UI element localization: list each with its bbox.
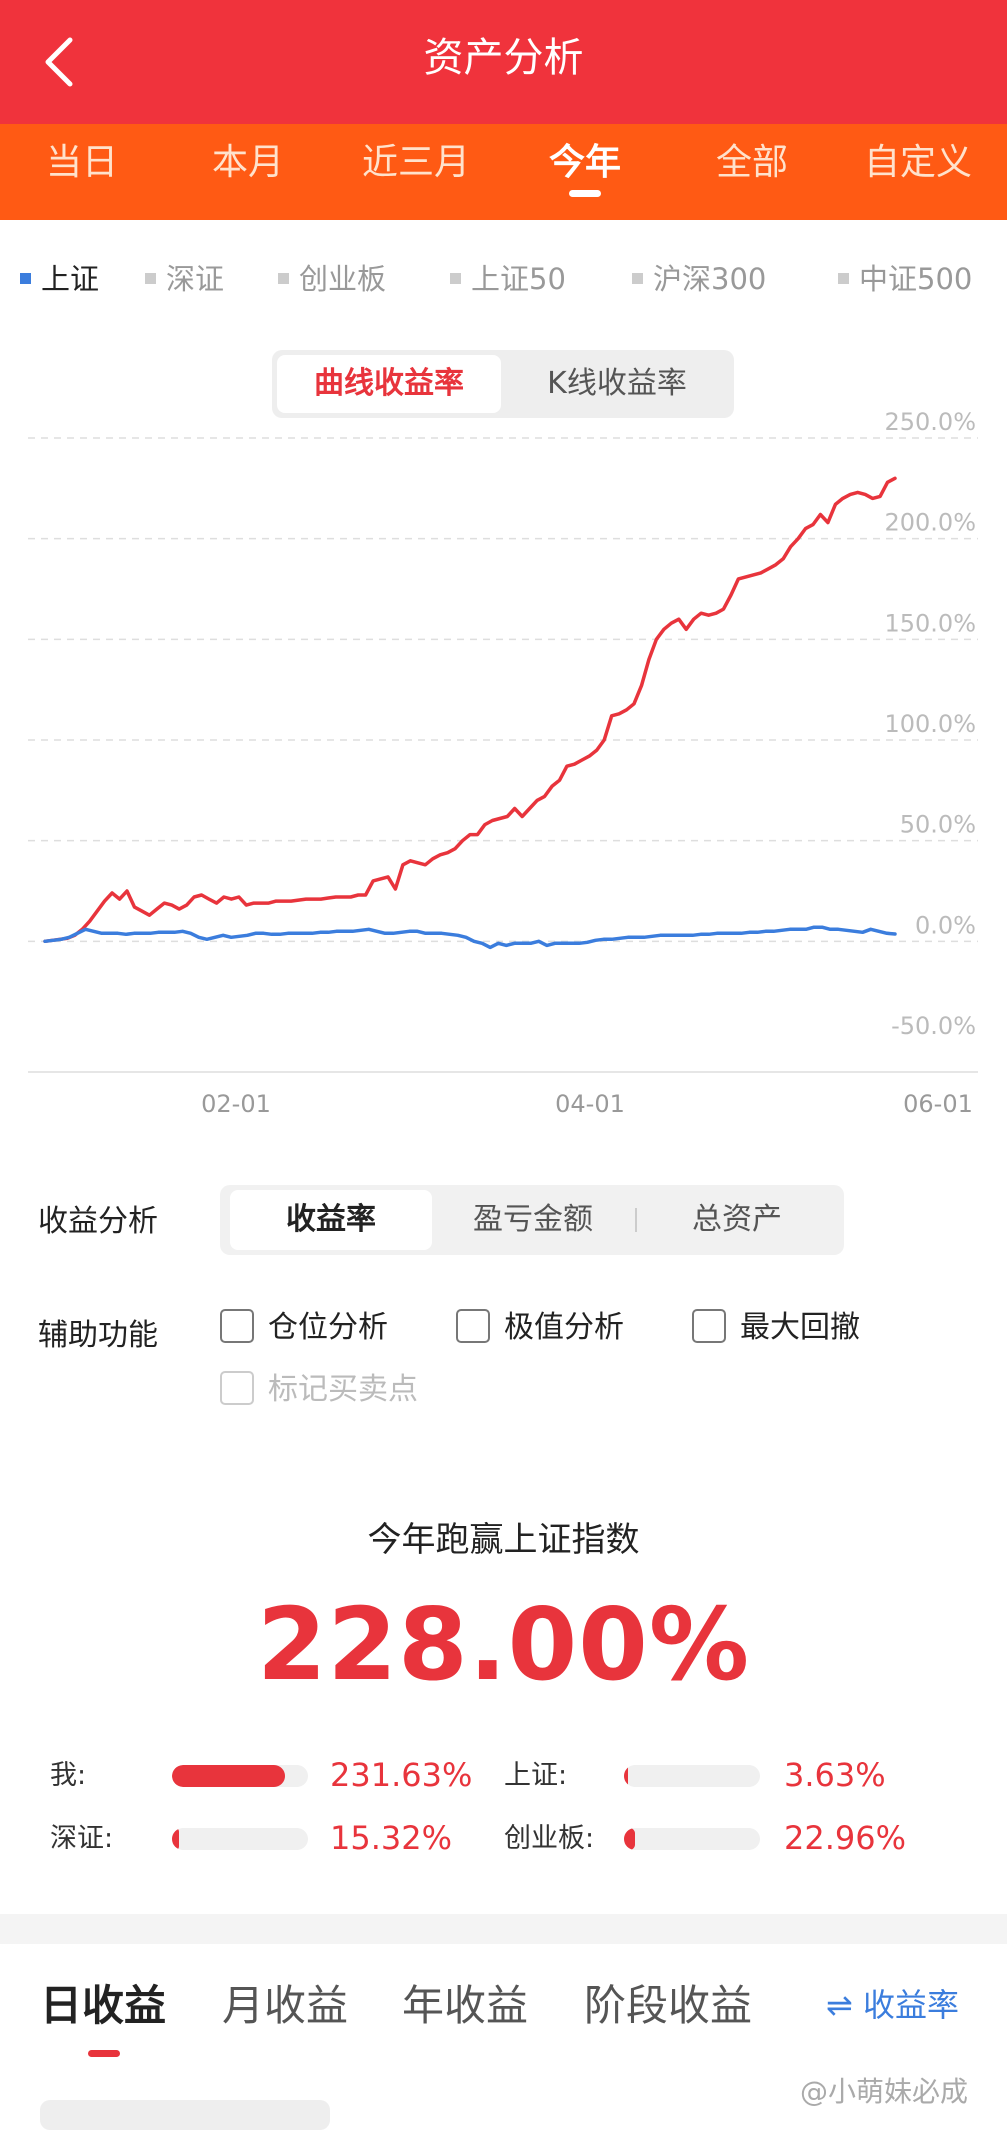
checkbox-icon — [456, 1308, 490, 1343]
return-rate-button[interactable]: 收益率 — [230, 1190, 432, 1250]
legend-dot — [838, 272, 849, 284]
index-label: 上证50 — [471, 262, 566, 296]
tab-three-months[interactable]: 近三月 — [362, 138, 470, 188]
compare-label-shanghai: 上证: — [504, 1760, 568, 1791]
compare-bar-shenzhen — [172, 1828, 308, 1850]
tab-period-return[interactable]: 阶段收益 — [584, 1976, 752, 2036]
calendar-header-peek — [40, 2100, 330, 2130]
series-line-mine — [43, 476, 897, 944]
compare-label-shenzhen: 深证: — [50, 1823, 114, 1854]
return-chart[interactable]: 250.0% 200.0% 150.0% 100.0% 50.0% 0.0% -50.0% 0… — [0, 410, 1007, 1130]
bottom-tab-indicator — [88, 2050, 120, 2057]
compare-bar-fill — [172, 1765, 285, 1787]
index-label: 沪深300 — [653, 262, 767, 296]
analysis-switch: 收益率 盈亏金额 总资产 — [220, 1185, 844, 1255]
index-sse50[interactable]: 上证50 — [450, 258, 566, 300]
legend-dot — [632, 272, 643, 284]
checkbox-label: 最大回撤 — [740, 1310, 860, 1345]
compare-value-shanghai: 3.63% — [784, 1756, 886, 1794]
compare-value-shenzhen: 15.32% — [330, 1819, 453, 1857]
section-divider — [0, 1914, 1007, 1944]
index-csi500[interactable]: 中证500 — [838, 258, 972, 300]
compare-bar-shanghai — [624, 1765, 760, 1787]
compare-bar-chinext — [624, 1828, 760, 1850]
period-tabs: 当日 本月 近三月 今年 全部 自定义 — [0, 124, 1007, 220]
position-analysis-checkbox[interactable]: 仓位分析 — [220, 1308, 388, 1348]
y-tick-label: 0.0% — [915, 911, 976, 939]
tab-daily-return[interactable]: 日收益 — [40, 1976, 166, 2036]
compare-bar-fill — [624, 1828, 635, 1850]
x-tick-label: 04-01 — [555, 1090, 625, 1118]
legend-dot — [450, 272, 461, 284]
index-label: 深证 — [166, 262, 225, 296]
tab-yearly-return[interactable]: 年收益 — [402, 1976, 528, 2036]
legend-dot — [278, 272, 289, 284]
return-rate-toggle[interactable]: ⇌ 收益率 — [826, 1980, 959, 2030]
extreme-analysis-checkbox[interactable]: 极值分析 — [456, 1308, 624, 1348]
max-drawdown-checkbox[interactable]: 最大回撤 — [692, 1308, 860, 1348]
toggle-label: 收益率 — [862, 1986, 959, 2024]
checkbox-label: 极值分析 — [504, 1310, 624, 1345]
curve-return-button[interactable]: 曲线收益率 — [277, 355, 501, 413]
page-title: 资产分析 — [423, 35, 584, 81]
watermark: @小萌妹必成 — [800, 2075, 969, 2108]
index-shanghai[interactable]: 上证 — [20, 258, 99, 300]
index-chinext[interactable]: 创业板 — [278, 258, 386, 300]
index-shenzhen[interactable]: 深证 — [145, 258, 224, 300]
beat-value: 228.00% — [256, 1586, 751, 1703]
compare-bar-me — [172, 1765, 308, 1787]
x-tick-label: 06-01 — [903, 1090, 973, 1118]
y-tick-label: 150.0% — [884, 609, 976, 637]
kline-return-button[interactable]: K线收益率 — [505, 355, 729, 413]
pnl-amount-button[interactable]: 盈亏金额 — [432, 1190, 634, 1250]
compare-label-chinext: 创业板: — [504, 1823, 595, 1854]
tab-this-year[interactable]: 今年 — [549, 138, 621, 188]
legend-dot — [20, 272, 31, 284]
y-tick-label: 100.0% — [884, 710, 976, 738]
y-tick-label: -50.0% — [891, 1012, 976, 1040]
index-selector: 上证 深证 创业板 上证50 沪深300 中证500 — [0, 258, 1007, 300]
top-header: 资产分析 — [0, 0, 1007, 124]
checkbox-icon — [692, 1308, 726, 1343]
mark-trades-checkbox: 标记买卖点 — [220, 1370, 418, 1410]
x-tick-label: 02-01 — [201, 1090, 271, 1118]
index-label: 中证500 — [859, 262, 973, 296]
index-label: 创业板 — [299, 262, 387, 296]
checkbox-icon — [220, 1308, 254, 1343]
checkbox-icon — [220, 1370, 254, 1405]
checkbox-label: 标记买卖点 — [268, 1372, 418, 1407]
series-line-index — [43, 925, 897, 950]
tab-custom[interactable]: 自定义 — [864, 138, 972, 188]
aux-label: 辅助功能 — [38, 1318, 158, 1353]
y-tick-label: 250.0% — [884, 410, 976, 436]
beat-title: 今年跑赢上证指数 — [367, 1520, 640, 1560]
compare-value-me: 231.63% — [330, 1756, 473, 1794]
index-csi300[interactable]: 沪深300 — [632, 258, 766, 300]
tab-monthly-return[interactable]: 月收益 — [222, 1976, 348, 2036]
checkbox-label: 仓位分析 — [268, 1310, 388, 1345]
tab-all[interactable]: 全部 — [716, 138, 788, 188]
total-assets-button[interactable]: 总资产 — [636, 1190, 838, 1250]
y-tick-label: 50.0% — [900, 811, 976, 839]
compare-label-me: 我: — [50, 1760, 87, 1791]
swap-icon: ⇌ — [826, 1986, 863, 2024]
tab-today[interactable]: 当日 — [46, 138, 118, 188]
compare-bar-fill — [624, 1765, 629, 1787]
y-tick-label: 200.0% — [884, 509, 976, 537]
analysis-label: 收益分析 — [38, 1204, 158, 1239]
active-tab-indicator — [569, 190, 601, 197]
legend-dot — [145, 272, 156, 284]
index-label: 上证 — [41, 262, 100, 296]
tab-this-month[interactable]: 本月 — [212, 138, 284, 188]
chart-mode-switch: 曲线收益率 K线收益率 — [272, 350, 734, 418]
compare-bar-fill — [172, 1828, 179, 1850]
compare-value-chinext: 22.96% — [784, 1819, 907, 1857]
